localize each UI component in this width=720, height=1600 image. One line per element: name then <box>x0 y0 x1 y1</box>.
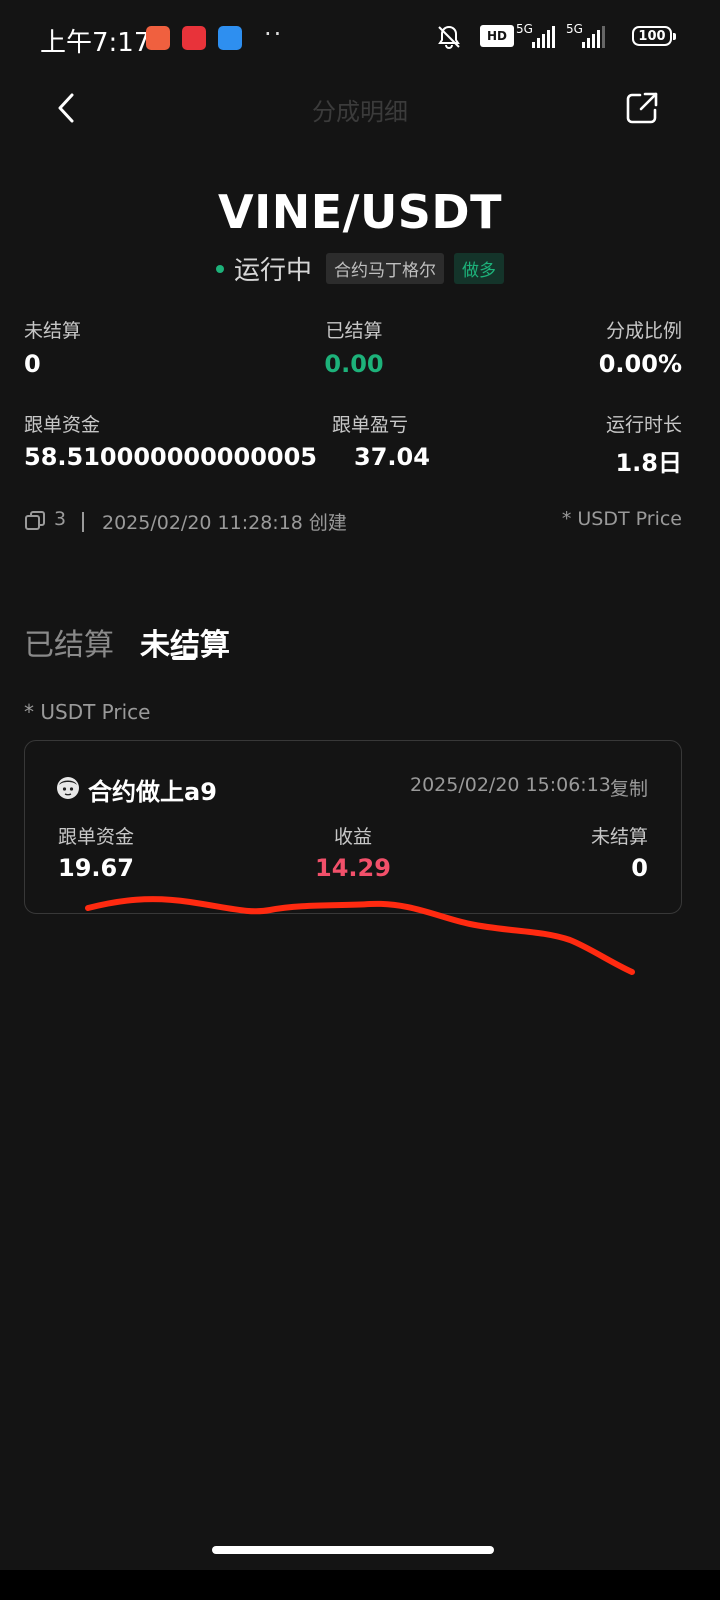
running-status: 运行中 <box>233 256 312 286</box>
avatar <box>57 777 79 799</box>
share-ratio-value: 0.00% <box>598 350 682 378</box>
more-notifications-icon: ·· <box>264 20 284 48</box>
trading-pair-title: VINE/USDT <box>218 185 502 239</box>
share-icon[interactable] <box>624 90 660 126</box>
record-user-name: 合约做上a9 <box>88 778 217 806</box>
hd-icon: HD <box>480 25 514 47</box>
record-unsettled-value: 0 <box>631 854 648 882</box>
app-red-icon <box>146 26 170 50</box>
created-time: 2025/02/20 11:28:18 创建 <box>102 512 347 534</box>
network-2-label: 5G <box>566 22 583 36</box>
price-note: * USDT Price <box>561 508 682 530</box>
nav-bar-bg <box>0 1570 720 1600</box>
battery-icon: 100 <box>632 26 676 46</box>
copy-count-icon <box>25 511 45 530</box>
bell-muted-icon <box>438 25 460 49</box>
strategy-tag: 合约马丁格尔 <box>326 253 444 284</box>
settled-label: 已结算 <box>325 320 383 342</box>
tab-settled[interactable]: 已结算 <box>24 620 114 664</box>
annotation-stroke <box>85 896 635 975</box>
copy-funds-label: 跟单资金 <box>24 414 101 436</box>
copy-count: 3 <box>54 508 67 530</box>
copy-pnl-value: 37.04 <box>354 443 430 471</box>
bot-status-row: 运行中 合约马丁格尔 做多 <box>0 250 720 287</box>
signal-1-icon <box>532 26 555 48</box>
record-funds-label: 跟单资金 <box>58 826 135 848</box>
home-indicator[interactable] <box>212 1546 494 1554</box>
unsettled-value: 0 <box>24 350 41 378</box>
record-profit-label: 收益 <box>333 826 372 848</box>
runtime-label: 运行时长 <box>605 414 682 436</box>
network-1-label: 5G <box>516 22 533 36</box>
record-timestamp: 2025/02/20 15:06:13 <box>410 774 611 796</box>
copy-funds-value: 58.510000000000005 <box>24 443 318 471</box>
record-unsettled-label: 未结算 <box>590 826 648 848</box>
meta-divider <box>82 512 84 532</box>
settled-value: 0.00 <box>324 350 384 378</box>
list-price-note: * USDT Price <box>24 700 151 724</box>
runtime-value: 1.8日 <box>615 449 682 477</box>
share-ratio-label: 分成比例 <box>605 320 682 342</box>
signal-2-icon <box>582 26 605 48</box>
record-funds-value: 19.67 <box>58 854 134 882</box>
unsettled-label: 未结算 <box>24 320 82 342</box>
app-badge-icon <box>182 26 206 50</box>
status-time: 上午7:17 <box>40 28 151 58</box>
running-indicator-icon <box>215 264 224 273</box>
page-title: 分成明细 <box>312 98 408 126</box>
copy-button[interactable]: 复制 <box>610 774 648 801</box>
direction-tag: 做多 <box>454 253 504 284</box>
copy-pnl-label: 跟单盈亏 <box>331 414 408 436</box>
app-blue-icon <box>218 26 242 50</box>
active-tab-indicator <box>172 656 196 660</box>
record-profit-value: 14.29 <box>315 854 391 882</box>
